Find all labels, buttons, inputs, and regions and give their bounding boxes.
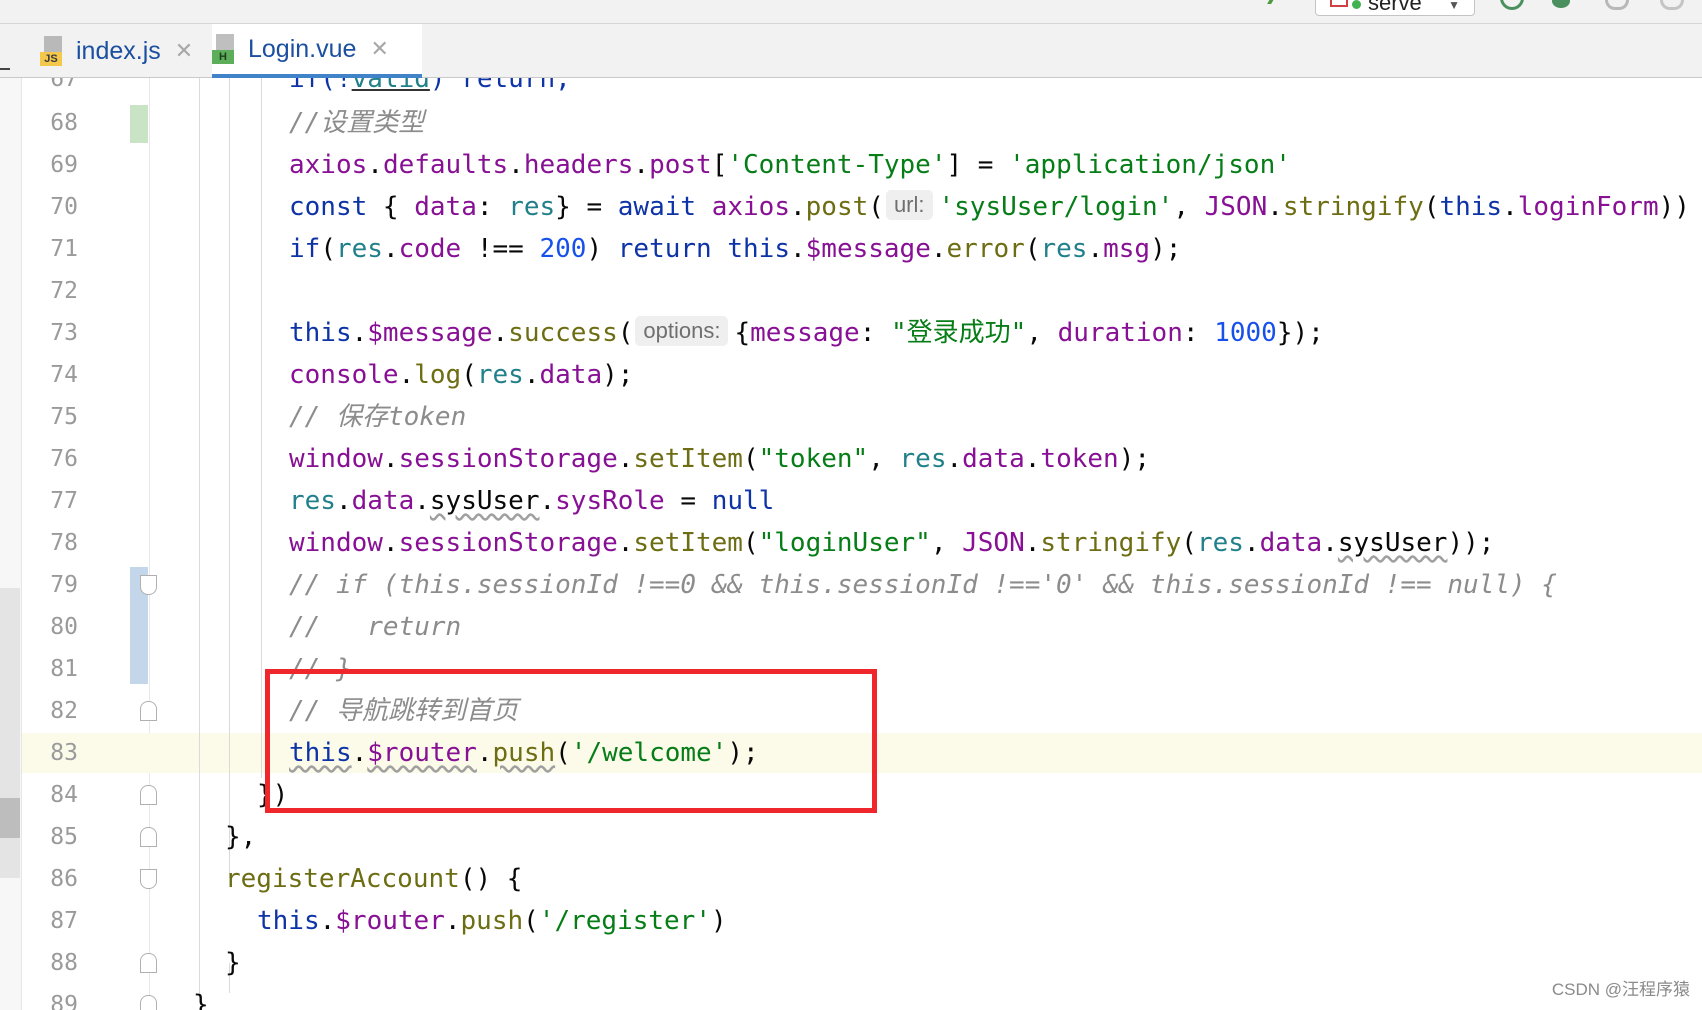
fold-icon[interactable] — [140, 785, 157, 805]
code-line: 75 // 保存token — [0, 396, 1702, 438]
fold-icon[interactable] — [140, 827, 157, 847]
editor-tab-bar: JS index.js ✕ H Login.vue ✕ — [0, 24, 1702, 78]
code-line: 88 } — [50, 948, 241, 978]
code-line: 69 axios.defaults.headers.post['Content-… — [50, 150, 1291, 180]
close-icon[interactable]: ✕ — [175, 38, 193, 64]
code-line: 85 }, — [50, 822, 257, 852]
code-line: 70 const { data: res} = await axios.post… — [50, 190, 1690, 222]
debug-icon[interactable] — [1552, 0, 1570, 8]
minimize-icon[interactable] — [0, 68, 10, 70]
run-config-status-dot — [1352, 0, 1361, 9]
fold-icon[interactable] — [140, 869, 157, 889]
parameter-hint: url: — [885, 190, 933, 220]
code-line: 73 this.$message.success(options: {messag… — [50, 316, 1324, 348]
code-line: 76 window.sessionStorage.setItem("token"… — [50, 444, 1151, 474]
code-line: 71 if(res.code !== 200) return this.$mes… — [50, 234, 1182, 264]
tab-label: Login.vue — [248, 34, 357, 63]
fold-icon[interactable] — [140, 701, 157, 721]
js-file-icon: JS — [40, 36, 66, 66]
fold-icon[interactable] — [140, 575, 157, 595]
tab-index-js[interactable]: JS index.js ✕ — [40, 24, 210, 78]
watermark: CSDN @汪程序猿 — [1551, 980, 1690, 999]
close-icon[interactable]: ✕ — [370, 36, 388, 62]
chevron-down-icon: ▼ — [1448, 0, 1460, 12]
code-line: 68 //设置类型 — [0, 102, 1702, 144]
fold-icon[interactable] — [140, 995, 157, 1010]
code-line: 74 console.log(res.data); — [50, 360, 634, 390]
code-line: 89 } — [0, 984, 1702, 1010]
code-line: 72 — [50, 278, 78, 304]
parameter-hint: options: — [635, 316, 729, 346]
comment: // 保存token — [289, 402, 467, 432]
code-line: 77 res.data.sysUser.sysRole = null — [50, 486, 775, 516]
code-line: 86 registerAccount() { — [50, 864, 523, 894]
profiler-icon[interactable] — [1660, 0, 1684, 10]
annotation-highlight-box — [265, 669, 877, 813]
run-config-label: serve — [1368, 0, 1422, 15]
code-line: 87 this.$router.push('/register') — [50, 906, 727, 936]
code-line: 79 // if (this.sessionId !==0 && this.se… — [0, 564, 1702, 606]
run-config-dropdown[interactable]: serve ▼ — [1315, 0, 1475, 16]
hammer-icon[interactable] — [1267, 0, 1297, 4]
toolbar: serve ▼ — [0, 0, 1702, 24]
run-config-icon — [1330, 0, 1348, 7]
comment: //设置类型 — [289, 108, 425, 138]
tab-login-vue[interactable]: H Login.vue ✕ — [212, 24, 422, 78]
code-line: 67 if(!valid) return; — [50, 78, 571, 94]
code-editor[interactable]: 67 if(!valid) return; 68 //设置类型 69 axios… — [0, 78, 1702, 1010]
tab-label: index.js — [76, 36, 161, 65]
coverage-icon[interactable] — [1605, 0, 1629, 10]
code-line: 80 // return — [0, 606, 1702, 648]
vue-file-icon: H — [212, 34, 238, 64]
comment: // return — [289, 612, 462, 642]
run-icon[interactable] — [1500, 0, 1524, 10]
comment: // if (this.sessionId !==0 && this.sessi… — [289, 570, 1557, 600]
code-line: 78 window.sessionStorage.setItem("loginU… — [50, 528, 1495, 558]
fold-icon[interactable] — [140, 953, 157, 973]
